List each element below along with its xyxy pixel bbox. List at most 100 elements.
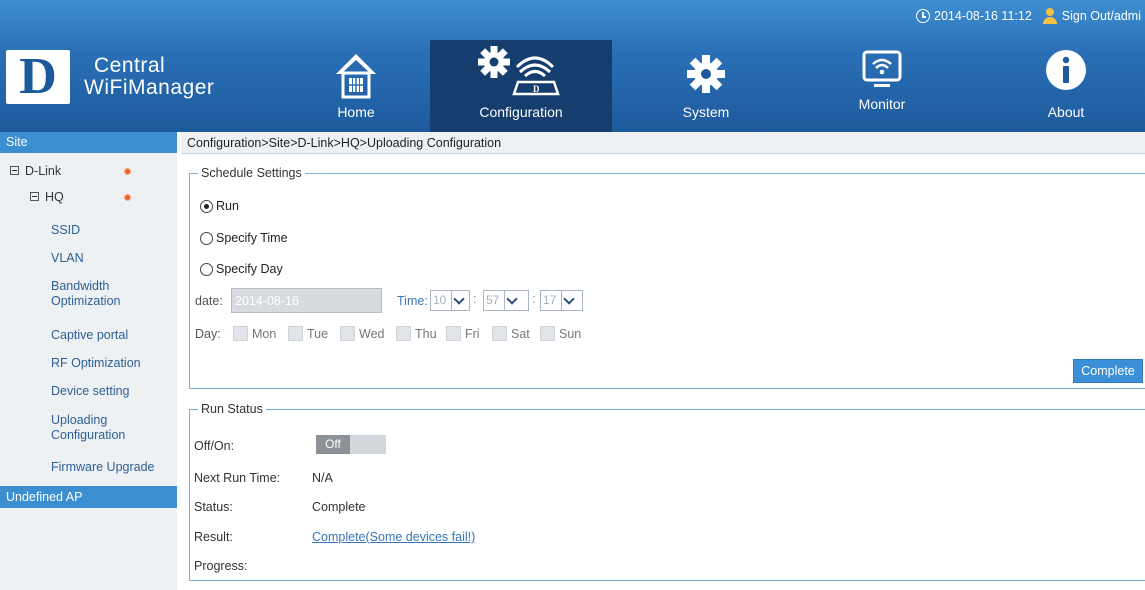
sidebar-item-uploading-line1: Uploading <box>51 413 108 427</box>
sidebar-item-uploading-line2: Configuration <box>51 428 126 442</box>
time-separator: : <box>532 292 536 306</box>
day-thu-label: Thu <box>415 327 437 341</box>
nav-home[interactable]: Home <box>286 40 426 132</box>
nav-home-label: Home <box>337 104 375 120</box>
schedule-settings-panel: Schedule Settings <box>189 165 1145 389</box>
status-value: Complete <box>312 500 366 514</box>
sidebar-item-bandwidth[interactable]: Bandwidth Optimization <box>51 279 120 309</box>
result-link[interactable]: Complete(Some devices fail!) <box>312 530 475 544</box>
day-tue-label: Tue <box>307 327 329 341</box>
logo: D Central WiFiManager <box>6 50 214 104</box>
hour-value: 10 <box>433 293 447 307</box>
collapse-icon[interactable] <box>30 192 39 202</box>
radio-specify-day-label: Specify Day <box>216 262 283 276</box>
complete-button[interactable]: Complete <box>1073 359 1143 383</box>
logo-line-2: WiFiManager <box>84 76 215 99</box>
day-mon-label: Mon <box>252 327 277 341</box>
day-wed-label: Wed <box>359 327 385 341</box>
minute-select[interactable]: 57 <box>483 290 529 311</box>
day-sat-label: Sat <box>511 327 530 341</box>
tree-item-dlink-label: D-Link <box>25 164 62 178</box>
status-dot-icon <box>124 168 131 175</box>
radio-run[interactable]: Run <box>200 199 239 213</box>
status-label: Status: <box>194 500 233 514</box>
top-bar: 2014-08-16 11:12 Sign Out/admi <box>916 8 1141 24</box>
nav-system-label: System <box>682 104 730 120</box>
checkbox-tue[interactable] <box>288 326 303 341</box>
schedule-settings-legend: Schedule Settings <box>198 165 305 181</box>
offon-label: Off/On: <box>194 439 235 453</box>
breadcrumb: Configuration>Site>D-Link>HQ>Uploading C… <box>181 132 1145 154</box>
sidebar-item-bandwidth-line1: Bandwidth <box>51 279 110 293</box>
nav-about[interactable]: About <box>996 40 1136 132</box>
chevron-down-icon <box>504 291 521 310</box>
nav-configuration-label: Configuration <box>479 104 563 120</box>
radio-unchecked-icon[interactable] <box>200 231 213 245</box>
checkbox-thu[interactable] <box>396 326 411 341</box>
offon-toggle[interactable]: Off <box>316 435 386 454</box>
nav-monitor-label: Monitor <box>858 96 906 112</box>
toggle-off-state: Off <box>316 435 350 454</box>
radio-unchecked-icon[interactable] <box>200 262 213 276</box>
day-label: Day: <box>195 327 221 341</box>
tree-item-hq[interactable]: HQ <box>30 190 64 205</box>
result-label: Result: <box>194 530 233 544</box>
nav-about-label: About <box>1047 104 1085 120</box>
time-label: Time: <box>397 294 428 308</box>
sidebar-item-captive-portal[interactable]: Captive portal <box>51 328 128 343</box>
nav-monitor[interactable]: Monitor <box>812 40 952 132</box>
monitor-icon <box>860 48 904 95</box>
sidebar-title: Site <box>0 132 177 153</box>
datetime: 2014-08-16 11:12 <box>934 9 1032 23</box>
svg-text:D: D <box>533 84 540 94</box>
radio-run-label: Run <box>216 199 239 213</box>
user-icon <box>1042 8 1058 24</box>
app-header: 2014-08-16 11:12 Sign Out/admi D Central… <box>0 0 1145 132</box>
radio-specify-time-label: Specify Time <box>216 231 288 245</box>
next-run-label: Next Run Time: <box>194 471 281 485</box>
checkbox-mon[interactable] <box>233 326 248 341</box>
sidebar-item-undefined-ap[interactable]: Undefined AP <box>0 486 177 508</box>
logo-d-icon: D <box>6 50 70 104</box>
gear-icon <box>684 52 728 99</box>
sidebar-item-bandwidth-line2: Optimization <box>51 294 121 308</box>
sidebar: Site D-Link HQ SSID VLAN Bandwidth Optim… <box>0 132 177 590</box>
tree-item-dlink[interactable]: D-Link <box>10 164 61 179</box>
sidebar-item-uploading-configuration[interactable]: Uploading Configuration <box>51 413 125 443</box>
logo-line-1: Central <box>94 54 166 77</box>
tree-item-hq-label: HQ <box>45 190 64 204</box>
logo-text: Central WiFiManager <box>84 55 214 99</box>
checkbox-sun[interactable] <box>540 326 555 341</box>
configuration-icon: D <box>476 46 566 99</box>
home-icon <box>334 50 378 103</box>
clock-icon <box>916 9 930 23</box>
collapse-icon[interactable] <box>10 166 19 176</box>
time-separator: : <box>473 292 477 306</box>
sidebar-item-device-setting[interactable]: Device setting <box>51 384 130 399</box>
day-sun-label: Sun <box>559 327 582 341</box>
date-label: date: <box>195 294 223 308</box>
signout-link[interactable]: Sign Out/admi <box>1062 9 1141 23</box>
checkbox-fri[interactable] <box>446 326 461 341</box>
second-value: 17 <box>543 293 557 307</box>
hour-select[interactable]: 10 <box>430 290 470 311</box>
info-icon <box>1044 48 1088 95</box>
sidebar-item-firmware-upgrade[interactable]: Firmware Upgrade <box>51 460 155 475</box>
date-input[interactable] <box>231 288 382 313</box>
next-run-value: N/A <box>312 471 333 485</box>
status-dot-icon <box>124 194 131 201</box>
nav-configuration[interactable]: D Configuration <box>430 40 612 132</box>
minute-value: 57 <box>486 293 500 307</box>
radio-specify-time[interactable]: Specify Time <box>200 231 288 245</box>
checkbox-wed[interactable] <box>340 326 355 341</box>
second-select[interactable]: 17 <box>540 290 583 311</box>
radio-checked-icon[interactable] <box>200 199 213 213</box>
day-fri-label: Fri <box>465 327 480 341</box>
radio-specify-day[interactable]: Specify Day <box>200 262 283 276</box>
sidebar-item-vlan[interactable]: VLAN <box>51 251 84 266</box>
sidebar-item-ssid[interactable]: SSID <box>51 223 80 238</box>
sidebar-item-rf-optimization[interactable]: RF Optimization <box>51 356 141 371</box>
chevron-down-icon <box>561 291 578 310</box>
checkbox-sat[interactable] <box>492 326 507 341</box>
nav-system[interactable]: System <box>636 40 776 132</box>
